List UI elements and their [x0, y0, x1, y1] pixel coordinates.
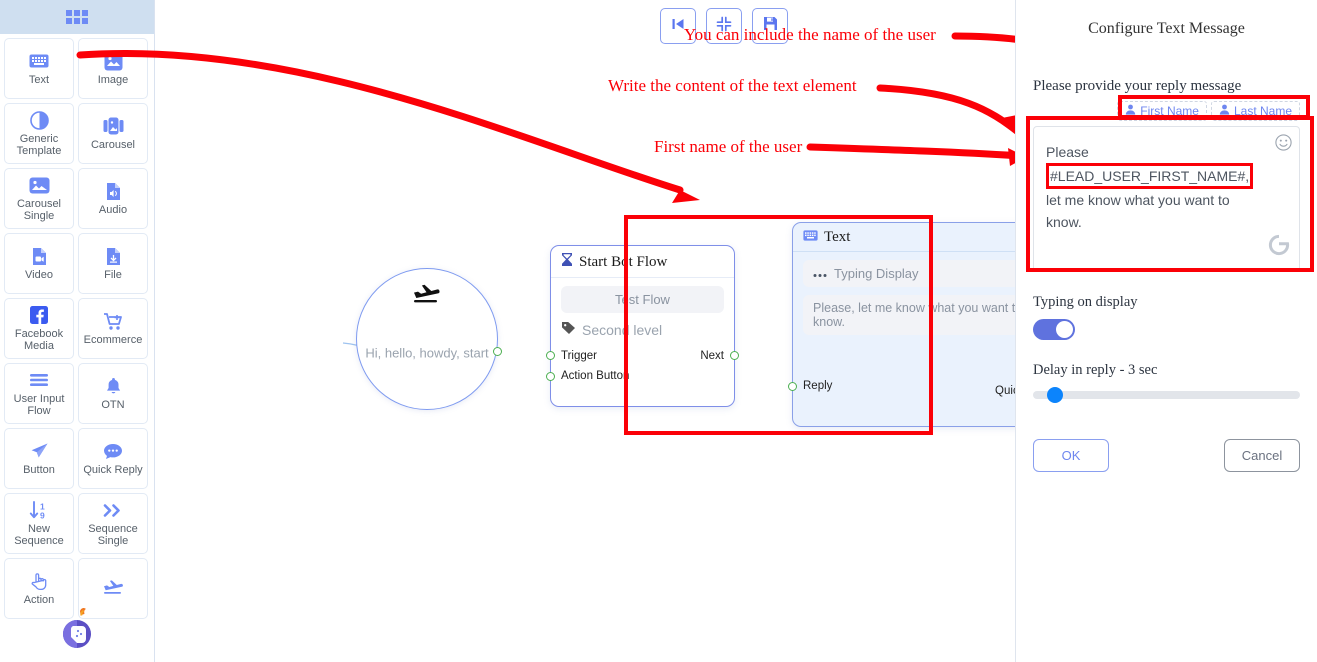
panel-actions: OK Cancel — [1033, 439, 1300, 472]
palette-item-text[interactable]: Text — [4, 38, 74, 99]
palette-item-label: Image — [97, 74, 129, 86]
palette-item-file[interactable]: File — [78, 233, 148, 294]
annotation-include-name: You can include the name of the user — [684, 25, 936, 44]
cancel-button[interactable]: Cancel — [1224, 439, 1300, 472]
palette-item-audio[interactable]: Audio — [78, 168, 148, 229]
app-logo-container — [0, 605, 154, 658]
palette-item-label: Ecommerce — [83, 334, 143, 346]
palette-item-label: Button — [23, 464, 55, 476]
palette-item-label: File — [104, 269, 122, 281]
palette-item-label: Video — [25, 269, 53, 281]
highlight-text-node — [624, 215, 933, 435]
chat-bubble-icon — [103, 441, 123, 461]
delay-slider-thumb[interactable] — [1047, 387, 1063, 403]
palette-item-label: Facebook Media — [14, 328, 64, 352]
typing-on-display-label: Typing on display — [1033, 294, 1138, 310]
delay-slider[interactable] — [1033, 387, 1300, 403]
palette-item-label: Generic Template — [16, 133, 62, 157]
palette-item-quick-reply[interactable]: Quick Reply — [78, 428, 148, 489]
output-label-quick-replies: Quick Replies — [995, 385, 1015, 397]
input-label-action-button: Action Button — [561, 370, 630, 382]
images-stack-icon — [103, 116, 124, 136]
palette-item-label: New Sequence — [14, 523, 64, 547]
palette-grid: Text Image Generic Template Carousel Car… — [0, 34, 154, 619]
reply-message-label: Please provide your reply message — [1033, 78, 1242, 94]
hourglass-icon — [561, 252, 573, 272]
hand-pointer-icon — [31, 571, 48, 591]
start-node-output-port[interactable] — [493, 347, 502, 356]
annotation-first-name: First name of the user — [654, 137, 803, 156]
input-label-trigger: Trigger — [561, 350, 597, 362]
palette-item-label: Text — [28, 74, 50, 86]
palette-item-label: Carousel — [90, 139, 136, 151]
audio-file-icon — [106, 181, 121, 201]
tag-icon — [561, 321, 576, 338]
palette-item-user-input-flow[interactable]: User Input Flow — [4, 363, 74, 424]
palette-item-label: Carousel Single — [16, 198, 62, 222]
download-file-icon — [106, 246, 121, 266]
port-action-button[interactable] — [546, 372, 555, 381]
annotation-write-content: Write the content of the text element — [608, 76, 857, 95]
palette-item-video[interactable]: Video — [4, 233, 74, 294]
lines-icon — [29, 370, 49, 390]
contrast-circle-icon — [29, 110, 49, 130]
palette-item-new-sequence[interactable]: 19 New Sequence — [4, 493, 74, 554]
start-node-text: Hi, hello, howdy, start — [365, 345, 489, 361]
keyboard-icon — [29, 51, 49, 71]
typing-on-display-toggle[interactable] — [1033, 319, 1075, 340]
facebook-icon — [30, 305, 48, 325]
single-image-icon — [29, 175, 50, 195]
palette-item-carousel-single[interactable]: Carousel Single — [4, 168, 74, 229]
double-chevron-right-icon — [103, 500, 124, 520]
app-root: Text Image Generic Template Carousel Car… — [0, 0, 1317, 662]
palette-item-label: User Input Flow — [13, 393, 65, 417]
palette-item-label: Audio — [98, 204, 128, 216]
palette-item-generic-template[interactable]: Generic Template — [4, 103, 74, 164]
video-file-icon — [32, 246, 47, 266]
panel-title: Configure Text Message — [1088, 20, 1245, 37]
delay-in-reply-label: Delay in reply - 3 sec — [1033, 362, 1158, 378]
bell-icon — [105, 376, 122, 396]
palette-item-label: Quick Reply — [83, 464, 143, 476]
shopping-cart-icon — [103, 311, 124, 331]
palette-item-label: Sequence Single — [88, 523, 138, 547]
palette-item-label: OTN — [101, 399, 125, 411]
element-palette-sidebar: Text Image Generic Template Carousel Car… — [0, 0, 155, 662]
palette-item-otn[interactable]: OTN — [78, 363, 148, 424]
grid-icon[interactable] — [66, 10, 88, 24]
palette-item-facebook-media[interactable]: Facebook Media — [4, 298, 74, 359]
palette-item-image[interactable]: Image — [78, 38, 148, 99]
ok-button[interactable]: OK — [1033, 439, 1109, 472]
bomb-logo — [56, 605, 100, 658]
sidebar-header — [0, 0, 154, 34]
palette-item-sequence-single[interactable]: Sequence Single — [78, 493, 148, 554]
palette-item-button[interactable]: Button — [4, 428, 74, 489]
start-node[interactable]: Hi, hello, howdy, start — [356, 268, 502, 410]
port-trigger[interactable] — [546, 351, 555, 360]
plane-landing-icon — [357, 283, 497, 309]
highlight-reply-textarea — [1026, 116, 1314, 272]
plane-landing-icon — [102, 577, 124, 597]
send-icon — [30, 441, 49, 461]
palette-item-ecommerce[interactable]: Ecommerce — [78, 298, 148, 359]
svg-text:9: 9 — [40, 510, 45, 520]
sort-numeric-icon: 19 — [29, 500, 49, 520]
palette-item-carousel[interactable]: Carousel — [78, 103, 148, 164]
image-icon — [104, 51, 123, 71]
